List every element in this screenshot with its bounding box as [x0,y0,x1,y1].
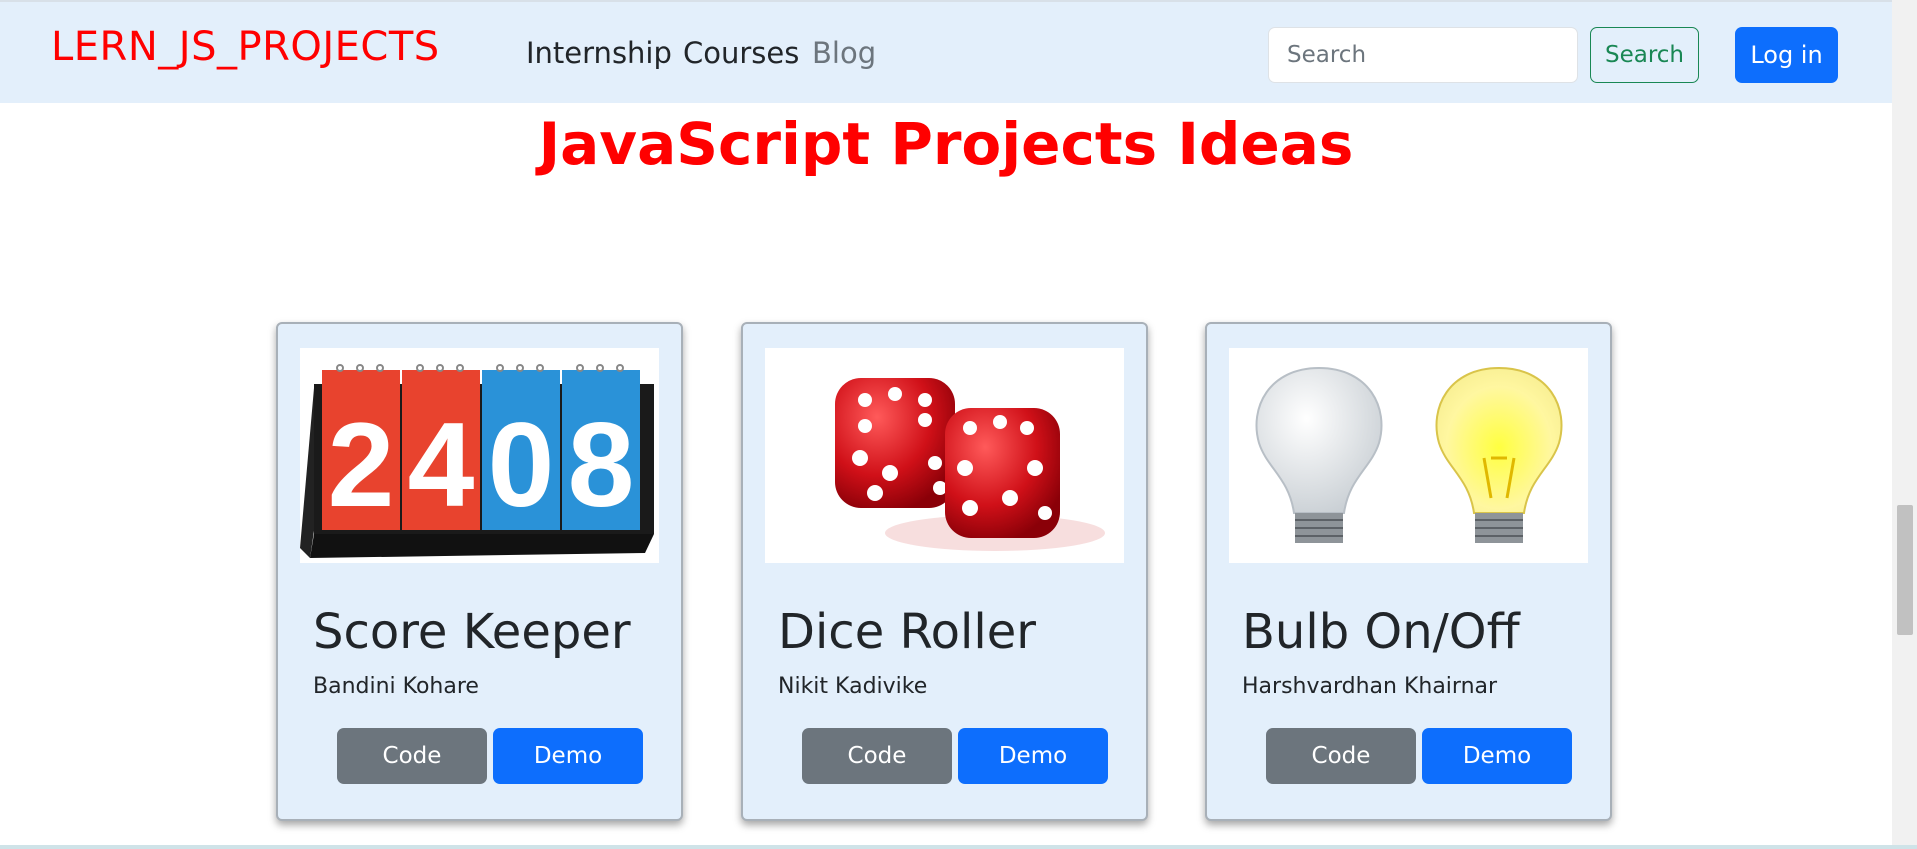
demo-button[interactable]: Demo [493,728,643,784]
login-button[interactable]: Log in [1735,27,1838,83]
project-card-bulb-on-off: Bulb On/Off Harshvardhan Khairnar Code D… [1205,322,1612,821]
light-bulbs-image [1229,348,1588,563]
score-digit: 0 [488,398,555,532]
code-button[interactable]: Code [802,728,952,784]
search-button[interactable]: Search [1590,27,1699,83]
project-card-dice-roller: Dice Roller Nikit Kadivike Code Demo [741,322,1148,821]
score-digit: 2 [328,398,395,532]
card-title: Score Keeper [313,604,631,660]
vertical-scrollbar[interactable] [1892,0,1917,849]
card-author: Nikit Kadivike [778,674,928,699]
project-card-score-keeper: 2 4 0 8 Score Keeper Bandini Kohare Code… [276,322,683,821]
score-digit: 8 [568,398,635,532]
brand-logo-link[interactable]: LERN_JS_PROJECTS [51,24,440,70]
navbar: LERN_JS_PROJECTS Internship Courses Blog… [0,0,1892,103]
search-input[interactable] [1268,27,1578,83]
bottom-divider [0,845,1917,849]
nav-link-courses[interactable]: Courses [683,36,799,70]
nav-link-blog[interactable]: Blog [812,36,876,70]
code-button[interactable]: Code [337,728,487,784]
card-title: Bulb On/Off [1242,604,1520,660]
scrollbar-thumb[interactable] [1897,505,1913,635]
nav-link-internship[interactable]: Internship [526,36,672,70]
code-button[interactable]: Code [1266,728,1416,784]
card-author: Harshvardhan Khairnar [1242,674,1498,699]
scoreboard-image: 2 4 0 8 [300,348,659,563]
card-title: Dice Roller [778,604,1036,660]
score-digit: 4 [408,398,475,532]
demo-button[interactable]: Demo [1422,728,1572,784]
card-author: Bandini Kohare [313,674,479,699]
page-title: JavaScript Projects Ideas [538,110,1354,178]
dice-image [765,348,1124,563]
demo-button[interactable]: Demo [958,728,1108,784]
